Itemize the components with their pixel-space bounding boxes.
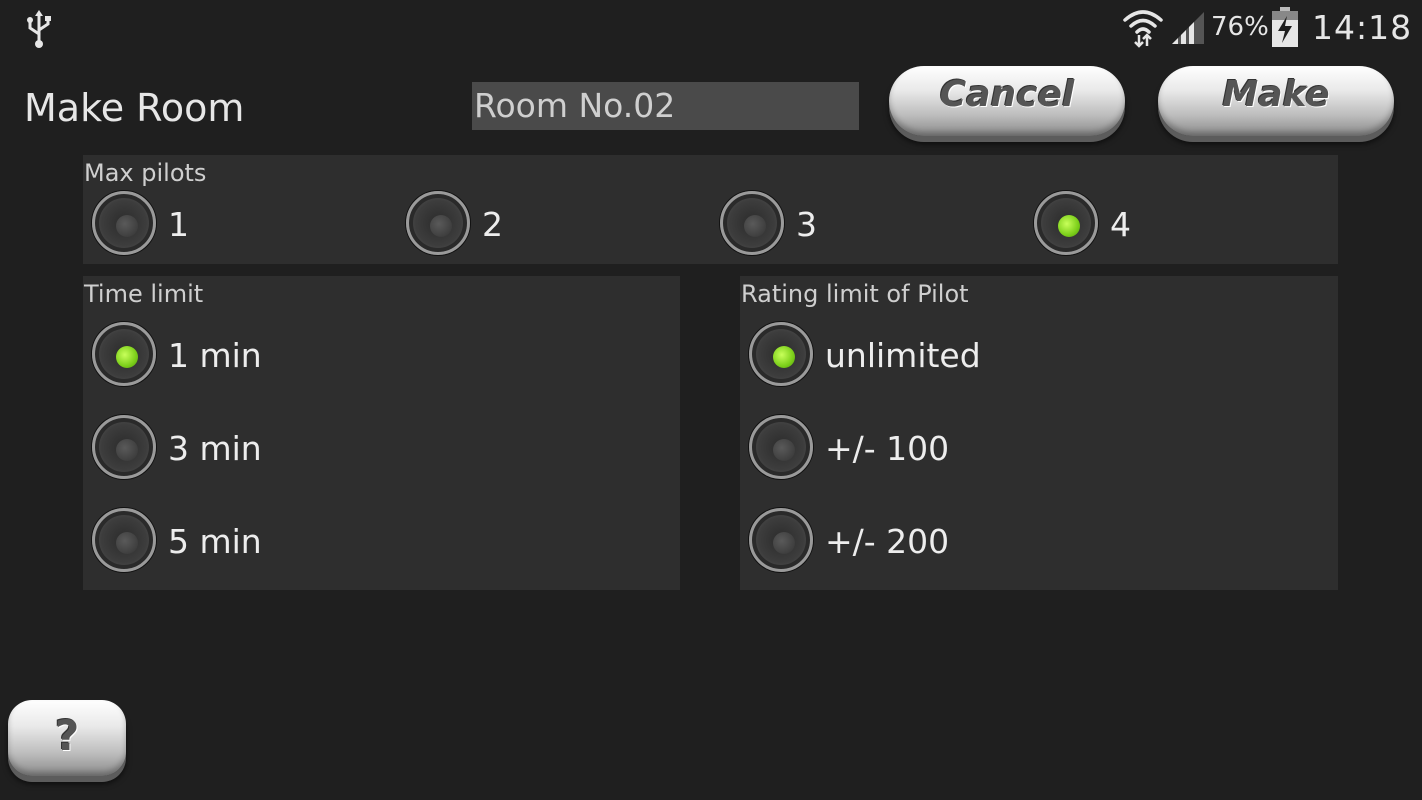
radio-dot	[116, 439, 138, 461]
option-label: 1	[168, 205, 189, 244]
time-limit-label: Time limit	[84, 280, 204, 308]
radio-button[interactable]	[749, 415, 813, 479]
radio-dot	[744, 215, 766, 237]
radio-dot	[773, 439, 795, 461]
radio-button[interactable]	[92, 191, 156, 255]
wifi-icon	[1123, 10, 1163, 48]
option-label: 3 min	[168, 429, 262, 468]
option-label: 3	[796, 205, 817, 244]
radio-dot	[1058, 215, 1080, 237]
radio-button[interactable]	[406, 191, 470, 255]
page-title: Make Room	[24, 86, 245, 130]
radio-dot	[773, 346, 795, 368]
max-pilots-option-1[interactable]: 1	[92, 191, 292, 261]
radio-dot	[116, 215, 138, 237]
max-pilots-option-3[interactable]: 3	[720, 191, 920, 261]
radio-dot	[116, 532, 138, 554]
time-limit-group: Time limit 1 min 3 min 5 min	[83, 276, 680, 590]
usb-icon	[27, 10, 51, 48]
rating-limit-option-200[interactable]: +/- 200	[749, 508, 1049, 578]
radio-dot	[116, 346, 138, 368]
option-label: 5 min	[168, 522, 262, 561]
option-label: unlimited	[825, 336, 981, 375]
rating-limit-option-100[interactable]: +/- 100	[749, 415, 1049, 485]
rating-limit-label: Rating limit of Pilot	[741, 280, 969, 308]
radio-button[interactable]	[720, 191, 784, 255]
option-label: 2	[482, 205, 503, 244]
radio-dot	[430, 215, 452, 237]
rating-limit-group: Rating limit of Pilot unlimited +/- 100 …	[740, 276, 1338, 590]
make-button[interactable]: Make	[1158, 66, 1394, 136]
help-button[interactable]: ?	[8, 700, 126, 776]
option-label: +/- 100	[825, 429, 950, 468]
radio-button[interactable]	[749, 508, 813, 572]
radio-dot	[773, 532, 795, 554]
radio-button[interactable]	[1034, 191, 1098, 255]
room-name-input[interactable]: Room No.02	[472, 82, 859, 130]
radio-button[interactable]	[92, 322, 156, 386]
time-limit-option-5-min[interactable]: 5 min	[92, 508, 392, 578]
option-label: 1 min	[168, 336, 262, 375]
radio-button[interactable]	[92, 415, 156, 479]
option-label: 4	[1110, 205, 1131, 244]
max-pilots-label: Max pilots	[84, 159, 207, 187]
signal-icon	[1172, 12, 1204, 44]
max-pilots-option-2[interactable]: 2	[406, 191, 606, 261]
battery-charging-icon	[1272, 7, 1298, 47]
option-label: +/- 200	[825, 522, 950, 561]
cancel-button[interactable]: Cancel	[889, 66, 1125, 136]
radio-button[interactable]	[749, 322, 813, 386]
max-pilots-option-4[interactable]: 4	[1034, 191, 1234, 261]
max-pilots-group: Max pilots 1 2 3 4	[83, 155, 1338, 264]
rating-limit-option-unlimited[interactable]: unlimited	[749, 322, 1049, 392]
clock: 14:18	[1312, 8, 1413, 47]
status-bar: 76% 14:18	[0, 0, 1422, 56]
battery-percentage: 76%	[1211, 12, 1269, 42]
time-limit-option-3-min[interactable]: 3 min	[92, 415, 392, 485]
time-limit-option-1-min[interactable]: 1 min	[92, 322, 392, 392]
radio-button[interactable]	[92, 508, 156, 572]
